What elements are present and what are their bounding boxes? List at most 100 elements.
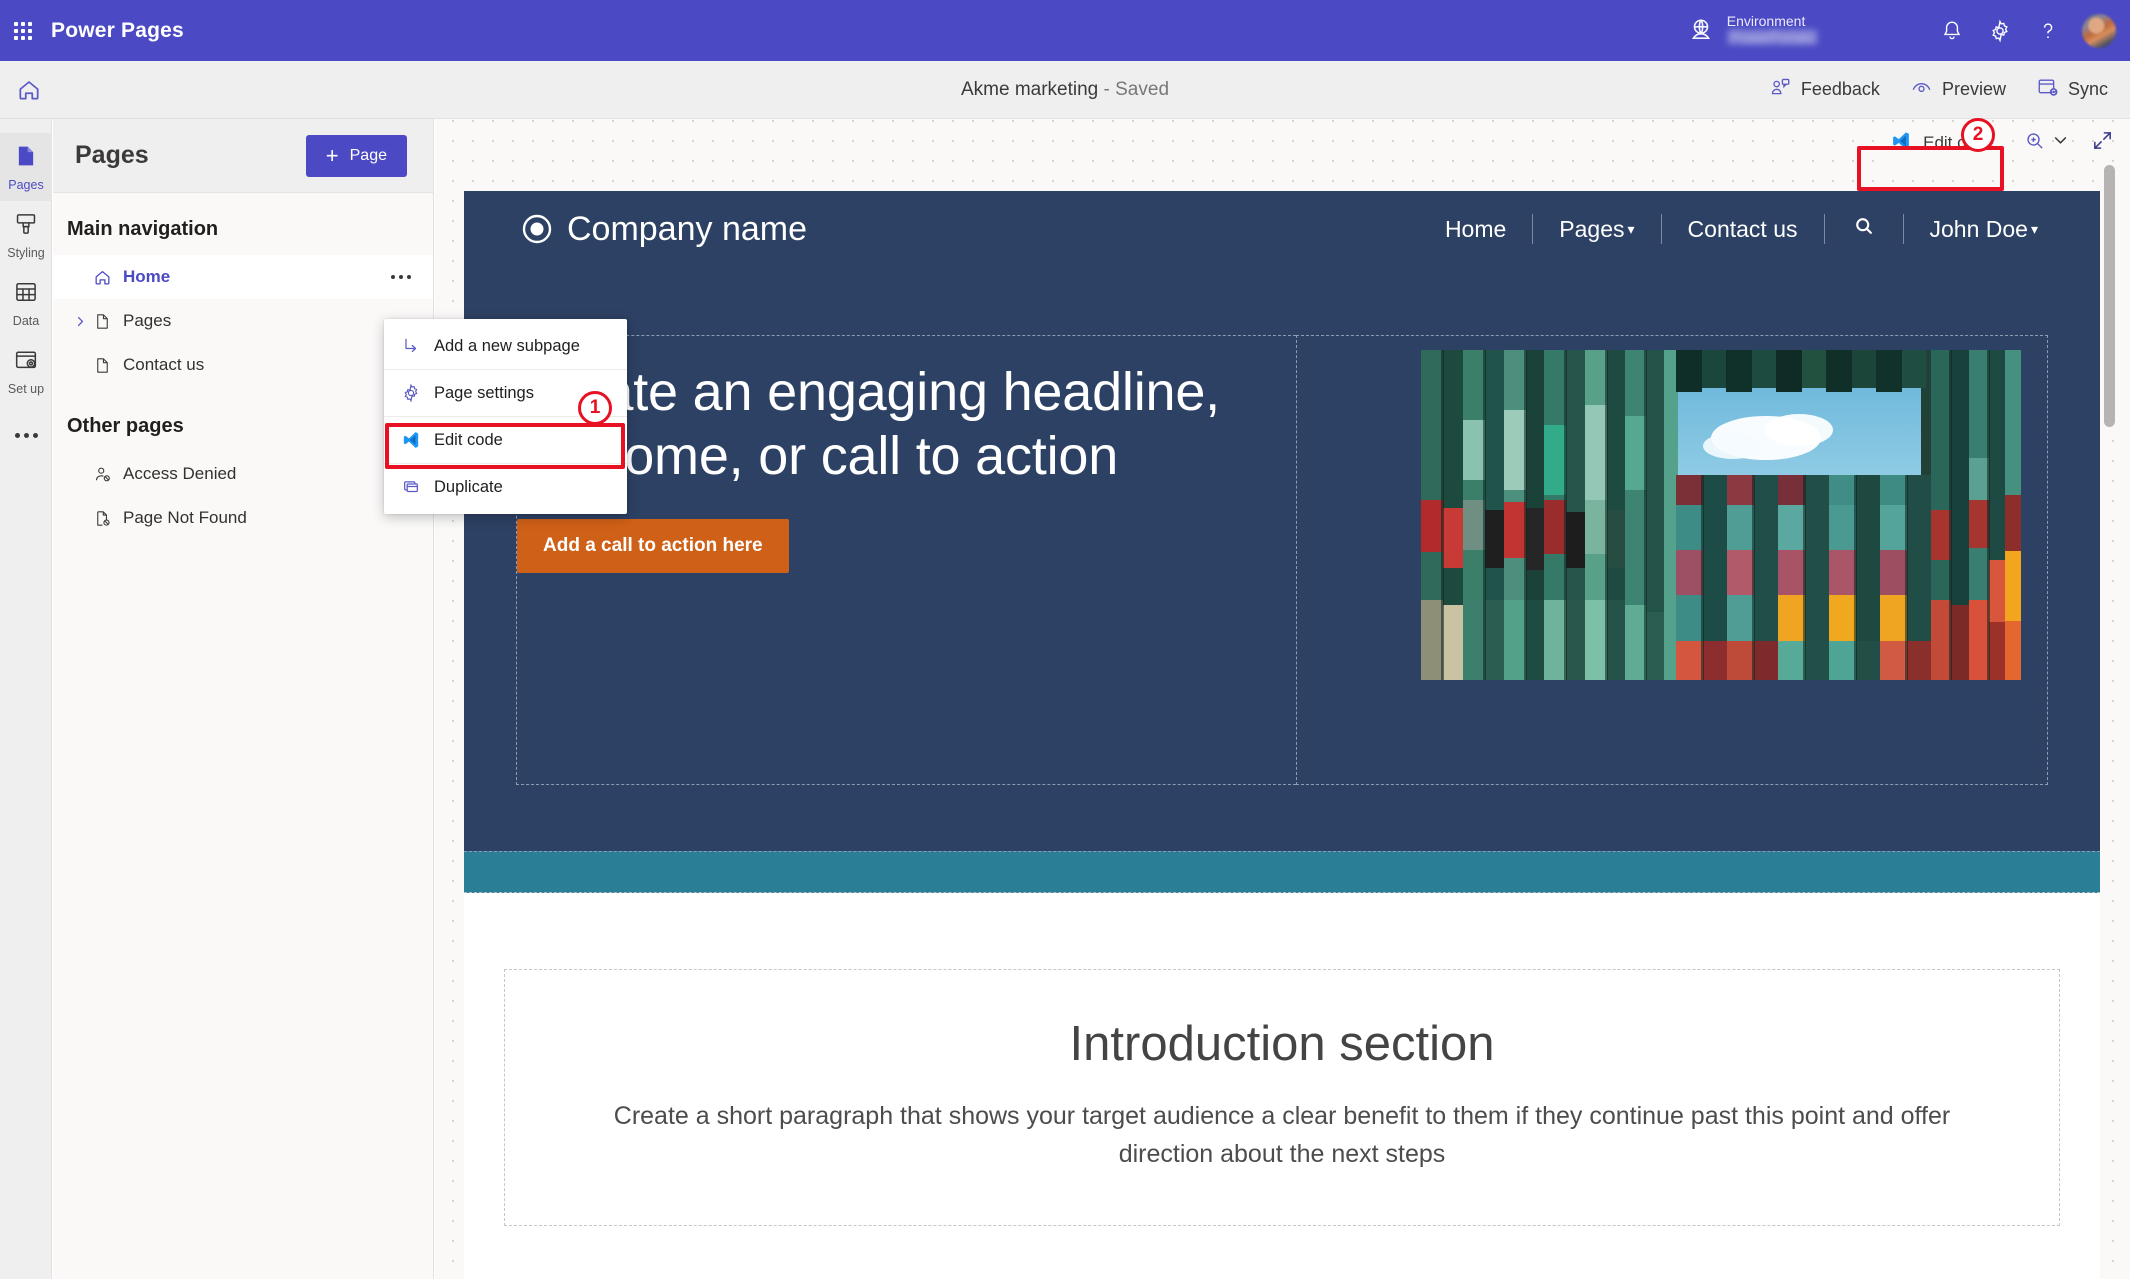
table-grid-icon	[13, 279, 39, 310]
hero-image-column[interactable]	[1296, 335, 2048, 785]
scrollbar-thumb[interactable]	[2104, 165, 2115, 427]
feedback-button[interactable]: Feedback	[1769, 76, 1880, 104]
sidebar-item-setup[interactable]: Set up	[0, 337, 52, 405]
introduction-heading: Introduction section	[1069, 1017, 1495, 1071]
add-page-label: Page	[349, 146, 387, 164]
site-nav-contact-us[interactable]: Contact us	[1662, 216, 1824, 243]
sidebar-label-styling: Styling	[7, 245, 45, 260]
site-nav-pages-label: Pages	[1559, 215, 1625, 242]
page-tree-item-contact-us[interactable]: Contact us	[53, 343, 433, 387]
document-status: - Saved	[1098, 78, 1170, 100]
gear-icon	[400, 383, 421, 403]
app-title[interactable]: Power Pages	[51, 19, 184, 43]
sidebar-item-data[interactable]: Data	[0, 269, 52, 337]
page-tree-item-home[interactable]: Home	[53, 255, 433, 299]
environment-label: Environment	[1726, 13, 1806, 30]
page-outline-icon	[93, 356, 123, 375]
circle-logo-icon	[522, 214, 552, 244]
chevron-down-icon[interactable]	[2052, 132, 2069, 154]
avatar[interactable]	[2082, 13, 2116, 48]
context-menu-label-edit-code: Edit code	[434, 430, 503, 449]
gear-icon[interactable]	[1976, 0, 2024, 61]
page-tree-item-page-not-found[interactable]: Page Not Found	[53, 496, 433, 540]
feedback-label: Feedback	[1800, 79, 1880, 99]
introduction-section-wrapper: Introduction section Create a short para…	[464, 893, 2100, 1226]
preview-button[interactable]: Preview	[1910, 76, 2006, 104]
page-blocked-icon	[93, 509, 123, 528]
page-file-icon	[13, 143, 39, 174]
zoom-in-magnifier-icon[interactable]	[2024, 130, 2046, 157]
sidebar-label-setup: Set up	[7, 381, 45, 396]
site-brand-name: Company name	[567, 209, 808, 248]
hero-image	[1421, 350, 2021, 680]
site-nav-pages[interactable]: Pages ▾	[1533, 216, 1660, 243]
duplicate-windows-icon	[400, 477, 421, 497]
design-canvas: Edit code Company name Home Pages ▾ Cont…	[435, 119, 2130, 1279]
sidebar-item-pages[interactable]: Pages	[0, 133, 52, 201]
sync-label: Sync	[2067, 79, 2108, 99]
hero-cta-button[interactable]: Add a call to action here	[517, 518, 789, 573]
waffle-grid-icon[interactable]	[11, 19, 35, 43]
page-row-more-options-icon[interactable]	[391, 275, 411, 279]
canvas-vertical-scrollbar[interactable]	[2104, 165, 2115, 1265]
page-tree-label-access-denied: Access Denied	[123, 464, 237, 483]
accent-color-band[interactable]	[464, 851, 2100, 893]
introduction-paragraph: Create a short paragraph that shows your…	[613, 1102, 1951, 1168]
home-outline-icon	[93, 268, 123, 287]
annotation-badge-1: 1	[578, 391, 612, 425]
page-tree-item-pages[interactable]: Pages	[53, 299, 433, 343]
shipping-containers-illustration	[1421, 350, 2021, 680]
site-nav-contact-us-label: Contact us	[1687, 215, 1798, 242]
site-nav-user[interactable]: John Doe ▾	[1904, 216, 2065, 243]
environment-value: PowerPortals	[1726, 29, 1818, 46]
command-bar: Akme marketing - Saved Feedback Preview …	[0, 61, 2130, 119]
context-menu-item-add-subpage[interactable]: Add a new subpage	[384, 323, 627, 369]
site-nav-search[interactable]	[1825, 215, 1903, 243]
hero-section[interactable]: Create an engaging headline, welcome, or…	[464, 267, 2100, 851]
hero-layout: Create an engaging headline, welcome, or…	[516, 335, 2048, 785]
environment-selector[interactable]: Environment PowerPortals	[1688, 13, 1818, 47]
page-tree-label-contact-us: Contact us	[123, 355, 205, 374]
sync-button[interactable]: Sync	[2036, 76, 2108, 104]
question-mark-icon[interactable]	[2024, 0, 2072, 61]
site-nav-home-label: Home	[1444, 215, 1507, 242]
sidebar-label-data: Data	[12, 313, 40, 328]
expand-diagonal-arrows-icon[interactable]	[2091, 129, 2114, 157]
command-bar-actions: Feedback Preview Sync	[1769, 61, 2108, 118]
site-nav-user-label: John Doe	[1929, 215, 2028, 242]
feedback-icon	[1769, 76, 1792, 104]
plus-icon: +	[325, 142, 339, 168]
search-icon	[1853, 215, 1875, 243]
zoom-control[interactable]	[2024, 130, 2069, 157]
page-outline-icon	[93, 312, 123, 331]
main-navigation-group-label: Main navigation	[67, 218, 219, 240]
environment-globe-icon	[1688, 17, 1714, 43]
suite-header-bar: Power Pages Environment PowerPortals	[0, 0, 2130, 61]
introduction-section[interactable]: Introduction section Create a short para…	[504, 969, 2060, 1226]
page-tree-item-access-denied[interactable]: Access Denied	[53, 452, 433, 496]
sidebar-more-options-icon[interactable]	[0, 411, 52, 459]
sync-icon	[2036, 76, 2059, 104]
subpage-arrow-icon	[400, 336, 421, 356]
pages-panel-header: Pages + Page	[53, 119, 433, 193]
sidebar-item-styling[interactable]: Styling	[0, 201, 52, 269]
canvas-toolbar: Edit code	[1874, 119, 2130, 167]
site-brand[interactable]: Company name	[522, 210, 807, 249]
context-menu-label-add-subpage: Add a new subpage	[434, 336, 580, 355]
chevron-right-icon[interactable]	[67, 315, 93, 328]
site-nav-home[interactable]: Home	[1419, 216, 1532, 243]
bell-icon[interactable]	[1928, 0, 1976, 61]
home-icon[interactable]	[0, 61, 58, 118]
add-page-button[interactable]: + Page	[305, 134, 407, 177]
hero-text-column[interactable]: Create an engaging headline, welcome, or…	[516, 335, 1296, 785]
left-navigation-rail: Pages Styling Data Set up	[0, 119, 52, 1279]
vscode-icon	[400, 430, 421, 450]
caret-down-icon: ▾	[1627, 221, 1635, 237]
context-menu-label-duplicate: Duplicate	[434, 477, 503, 496]
annotation-badge-2: 2	[1961, 118, 1995, 152]
context-menu-item-duplicate[interactable]: Duplicate	[384, 464, 627, 510]
setup-gear-window-icon	[13, 347, 39, 378]
sidebar-label-pages: Pages	[8, 177, 44, 192]
pages-panel-title: Pages	[75, 141, 149, 169]
site-menu: Home Pages ▾ Contact us John Doe ▾	[1419, 214, 2064, 244]
